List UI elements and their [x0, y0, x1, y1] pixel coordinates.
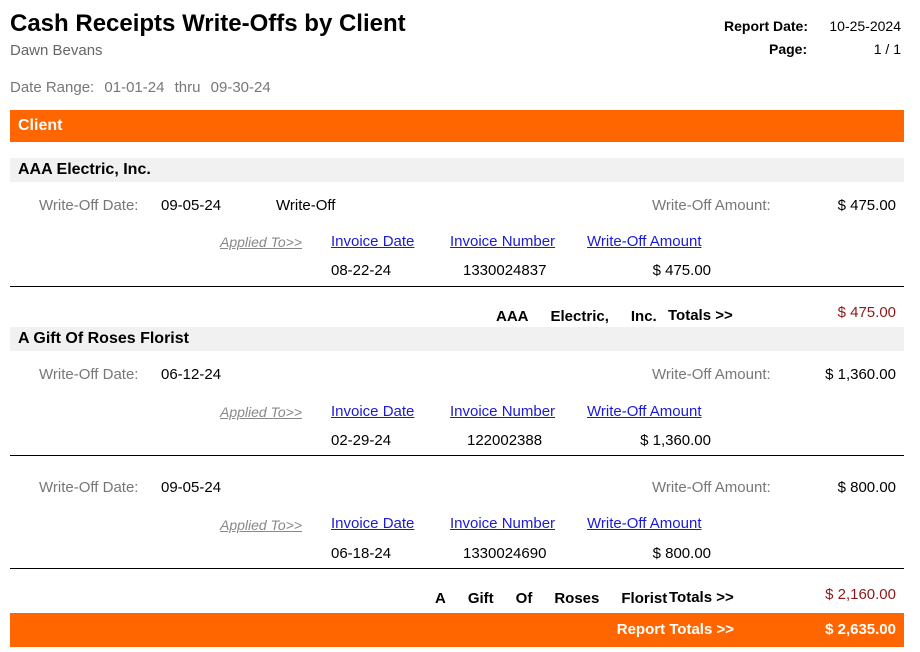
applied-to-label: Applied To>>: [220, 517, 302, 533]
date-range-from: 01-01-24: [104, 79, 165, 96]
write-off-type: Write-Off: [276, 197, 336, 214]
invoice-number-column-link[interactable]: Invoice Number: [450, 233, 555, 250]
client-totals-label: Totals >>: [669, 589, 734, 606]
write-off-amount-label: Write-Off Amount:: [652, 479, 771, 496]
invoice-date-column-link[interactable]: Invoice Date: [331, 403, 414, 420]
report-totals-label: Report Totals >>: [616, 621, 734, 638]
client-totals-word: Electric,: [550, 308, 609, 325]
client-totals-name: AAA Electric, Inc.: [496, 308, 679, 326]
invoice-date: 02-29-24: [331, 432, 392, 449]
client-totals-word: Florist: [621, 590, 668, 607]
invoice-date: 08-22-24: [331, 262, 392, 279]
client-name: AAA Electric, Inc.: [18, 161, 151, 178]
invoice-write-off-amount: $ 800.00: [652, 545, 711, 562]
report-date-value: 10-25-2024: [829, 18, 901, 34]
client-totals-word: A: [435, 590, 446, 607]
divider: [10, 286, 904, 287]
invoice-write-off-amount: $ 1,360.00: [640, 432, 711, 449]
date-range-thru: thru: [174, 79, 201, 96]
invoice-number: 122002388: [467, 432, 543, 449]
client-totals-word: Roses: [554, 590, 600, 607]
invoice-write-off-amount: $ 475.00: [652, 262, 711, 279]
write-off-amount: $ 475.00: [837, 197, 896, 214]
client-name: A Gift Of Roses Florist: [18, 330, 189, 347]
invoice-number-column-link[interactable]: Invoice Number: [450, 515, 555, 532]
invoice-date: 06-18-24: [331, 545, 392, 562]
page-label: Page:: [769, 41, 808, 57]
write-off-date-label: Write-Off Date:: [39, 197, 139, 214]
write-off-amount: $ 800.00: [837, 479, 896, 496]
client-total-amount: $ 475.00: [837, 304, 896, 321]
write-off-amount-label: Write-Off Amount:: [652, 366, 771, 383]
client-totals-name: A Gift Of Roses Florist: [435, 590, 689, 608]
client-total-amount: $ 2,160.00: [825, 586, 896, 603]
date-range: Date Range: 01-01-24 thru 09-30-24: [10, 79, 277, 96]
report-owner: Dawn Bevans: [10, 42, 103, 59]
write-off-amount-label: Write-Off Amount:: [652, 197, 771, 214]
applied-to-label: Applied To>>: [220, 234, 302, 250]
client-totals-word: Gift: [467, 590, 494, 607]
client-totals-word: Of: [515, 590, 533, 607]
write-off-amount-column-link[interactable]: Write-Off Amount: [587, 403, 702, 420]
invoice-number-column-link[interactable]: Invoice Number: [450, 403, 555, 420]
write-off-amount-column-link[interactable]: Write-Off Amount: [587, 515, 702, 532]
report-date-label: Report Date:: [724, 18, 809, 34]
applied-to-label: Applied To>>: [220, 404, 302, 420]
client-column-header: Client: [10, 110, 904, 142]
client-column-label: Client: [18, 117, 63, 134]
write-off-amount-column-link[interactable]: Write-Off Amount: [587, 233, 702, 250]
divider: [10, 455, 904, 456]
client-row: AAA Electric, Inc.: [10, 158, 904, 182]
date-range-to: 09-30-24: [210, 79, 271, 96]
write-off-amount: $ 1,360.00: [825, 366, 896, 383]
client-row: A Gift Of Roses Florist: [10, 327, 904, 351]
divider: [10, 568, 904, 569]
write-off-date: 09-05-24: [161, 197, 222, 214]
client-totals-label: Totals >>: [668, 307, 733, 324]
report-totals-bar: Report Totals >> $ 2,635.00: [10, 613, 904, 647]
report-title: Cash Receipts Write-Offs by Client: [10, 10, 406, 37]
write-off-date-label: Write-Off Date:: [39, 479, 139, 496]
client-totals-word: AAA: [496, 308, 529, 325]
write-off-date: 06-12-24: [161, 366, 222, 383]
invoice-date-column-link[interactable]: Invoice Date: [331, 233, 414, 250]
invoice-date-column-link[interactable]: Invoice Date: [331, 515, 414, 532]
report-totals-amount: $ 2,635.00: [825, 621, 896, 638]
write-off-date-label: Write-Off Date:: [39, 366, 139, 383]
date-range-label: Date Range:: [10, 79, 95, 96]
page-value: 1 / 1: [873, 41, 901, 57]
client-totals-word: Inc.: [630, 308, 657, 325]
write-off-date: 09-05-24: [161, 479, 222, 496]
invoice-number: 1330024837: [463, 262, 547, 279]
invoice-number: 1330024690: [463, 545, 547, 562]
